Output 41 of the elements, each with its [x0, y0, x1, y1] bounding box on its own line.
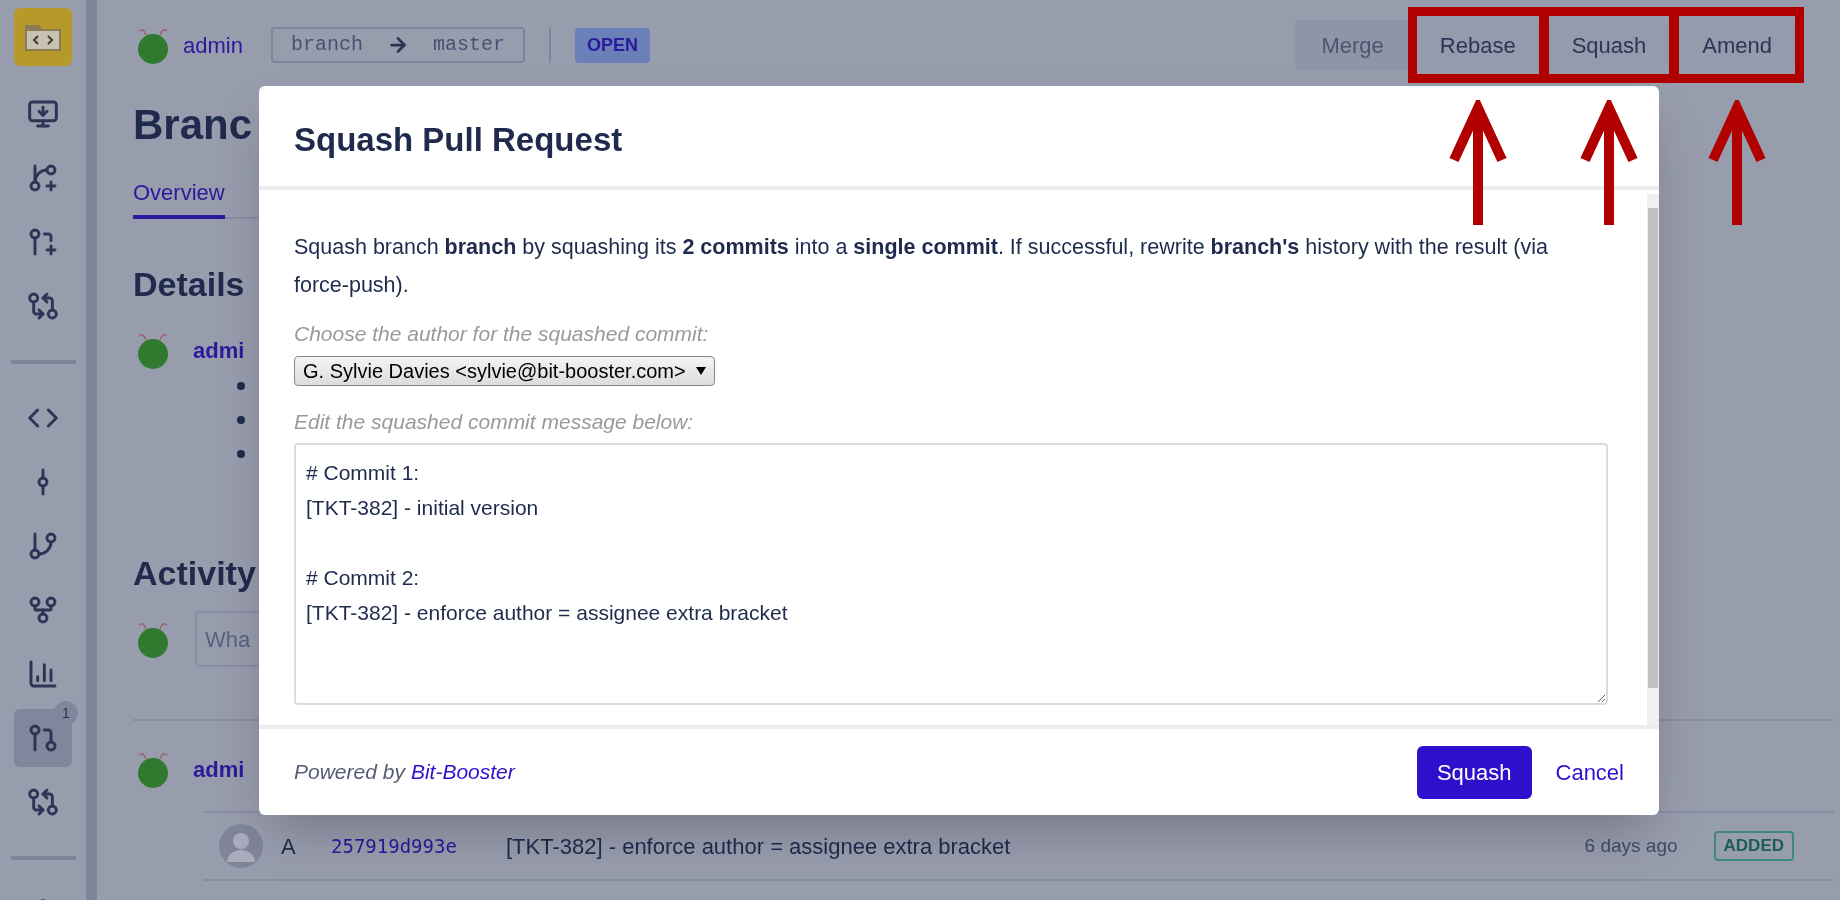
- bar-chart-icon: [27, 658, 59, 690]
- commit-message: [TKT-382] - enforce author = assignee extra bracket: [506, 832, 1012, 861]
- list-bullet: [237, 382, 245, 390]
- count-badge: 1: [54, 701, 78, 725]
- status-badge: ADDED: [1713, 831, 1794, 861]
- commit-hash-link[interactable]: 257919d993e: [331, 831, 506, 861]
- modal-title: Squash Pull Request: [294, 120, 623, 161]
- field-label: Choose the author for the squashed commit:: [294, 321, 710, 347]
- section-heading: Activity: [133, 553, 256, 594]
- branch-icon: [27, 530, 59, 562]
- compare-icon: [27, 290, 59, 322]
- pull-request-add-icon: [27, 226, 59, 258]
- fork-icon: [27, 594, 59, 626]
- section-heading: Details: [133, 264, 245, 305]
- field-label: Edit the squashed commit message below:: [294, 408, 695, 435]
- sidebar-item[interactable]: [14, 709, 72, 767]
- target-branch: master: [432, 32, 505, 58]
- branch-add-icon: [27, 162, 59, 194]
- list-bullet: [237, 450, 245, 458]
- monitor-download-icon: [27, 98, 59, 130]
- commit-time: 6 days ago: [1584, 833, 1678, 858]
- source-branch: branch: [290, 32, 363, 58]
- pull-request-icon: [27, 722, 59, 754]
- squash-button[interactable]: Squash: [1416, 745, 1532, 799]
- compare-icon: [27, 786, 59, 818]
- page-title: Branc: [133, 104, 253, 146]
- commit-message-field[interactable]: # Commit 1: [TKT-382] - initial version # Commit 2: [TKT-382] - enforce author = assignee extra bracket: [294, 443, 1608, 705]
- user-link[interactable]: admin: [183, 28, 243, 62]
- user-link[interactable]: admi: [193, 333, 245, 367]
- list-bullet: [237, 416, 245, 424]
- powered-by-text: Powered by: [294, 759, 405, 786]
- caret-icon: [695, 366, 706, 375]
- author-initial: A: [281, 832, 297, 861]
- avatar-icon: [219, 824, 263, 868]
- user-link[interactable]: admi: [193, 752, 245, 786]
- author-select[interactable]: G. Sylvie Davies <sylvie@bit-booster.com>: [294, 355, 715, 386]
- bit-booster-link[interactable]: Bit-Booster: [410, 756, 515, 788]
- description-text: Squash branch branch by squashing its 2 commits into a single commit. If successful, rewrite branch's history with the result (via force-push).: [294, 234, 1549, 299]
- tab[interactable]: Overview: [133, 176, 225, 219]
- status-badge: OPEN: [574, 27, 650, 63]
- cancel-link[interactable]: Cancel: [1555, 755, 1624, 789]
